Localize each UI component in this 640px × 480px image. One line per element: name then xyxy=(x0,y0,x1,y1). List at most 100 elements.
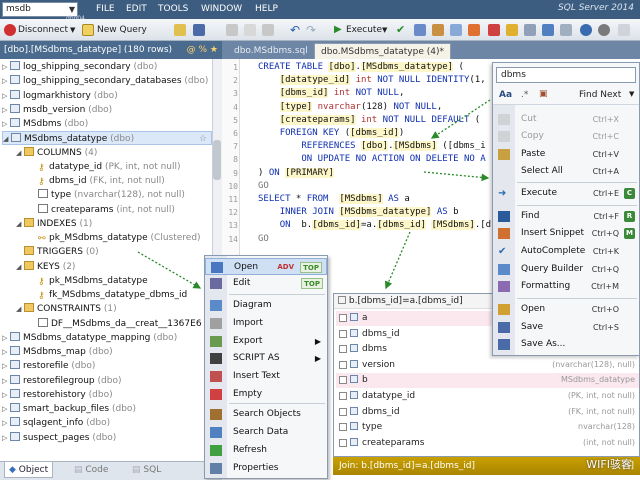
find-next-button[interactable]: Find Next xyxy=(579,90,621,100)
header-icons[interactable]: @ % ★ xyxy=(187,41,218,59)
menu-item-properties[interactable]: Properties xyxy=(205,460,327,477)
menu-item-empty[interactable]: Empty xyxy=(205,386,327,403)
cut-icon[interactable] xyxy=(226,24,238,36)
checkbox-icon[interactable] xyxy=(339,407,347,416)
bookmark-icon[interactable]: ▣ xyxy=(539,89,548,99)
chart-icon[interactable] xyxy=(432,24,444,36)
expand-icon[interactable]: ▷ xyxy=(2,74,10,88)
tree-child-item[interactable]: DF__MSdbms_da__creat__1367E6 xyxy=(30,317,212,331)
expand-icon[interactable]: ◢ xyxy=(16,302,24,316)
menu-help[interactable]: HELP xyxy=(255,4,278,14)
menu-item-execute[interactable]: ➜ Execute Ctrl+E C xyxy=(493,185,639,202)
expand-icon[interactable]: ◢ xyxy=(16,217,24,231)
menu-item-insert-snippet[interactable]: Insert Snippet Ctrl+Q M xyxy=(493,225,639,242)
menu-item-paste[interactable]: Paste Ctrl+V xyxy=(493,146,639,163)
menu-item-script-as[interactable]: SCRIPT AS ▶ xyxy=(205,350,327,367)
menu-item-formatting[interactable]: Formatting Ctrl+M xyxy=(493,278,639,295)
checkbox-icon[interactable] xyxy=(339,314,347,322)
help-icon[interactable] xyxy=(580,24,592,36)
expand-icon[interactable]: ▷ xyxy=(2,117,10,131)
menu-item-copy[interactable]: Copy Ctrl+C xyxy=(493,128,639,145)
autocomplete-row[interactable]: dbms_id (FK, int, not null) xyxy=(336,405,639,420)
menu-item-refresh[interactable]: Refresh xyxy=(205,442,327,459)
tree-child-item[interactable]: ⚷ dbms_id (FK, int, not null) xyxy=(30,174,212,188)
tree-table-item[interactable]: ▷ logmarkhistory (dbo) xyxy=(2,89,212,103)
menu-item-save-as[interactable]: Save As... xyxy=(493,336,639,353)
menu-item-import[interactable]: Import xyxy=(205,315,327,332)
tree-table-item[interactable]: ▷ smart_backup_files (dbo) xyxy=(2,402,212,416)
grid-icon[interactable] xyxy=(414,24,426,36)
expand-icon[interactable]: ▷ xyxy=(2,331,10,345)
tree-table-item[interactable]: ◢ MSdbms_datatype (dbo) ☆ xyxy=(2,131,212,146)
tab-object[interactable]: ◆ Object xyxy=(4,462,54,478)
expand-icon[interactable]: ▷ xyxy=(2,402,10,416)
menu-tools[interactable]: TOOLS xyxy=(158,4,188,14)
menu-item-export[interactable]: Export ▶ xyxy=(205,333,327,350)
checkbox-icon[interactable] xyxy=(339,376,347,385)
tree-scrollbar-thumb[interactable] xyxy=(213,140,221,180)
tab-msdbms-sql[interactable]: dbo.MSdbms.sql xyxy=(228,43,314,59)
tree-folder[interactable]: ◢ CONSTRAINTS (1) xyxy=(16,302,212,316)
autocomplete-row[interactable]: type nvarchar(128) xyxy=(336,420,639,435)
expand-icon[interactable]: ▷ xyxy=(2,374,10,388)
menu-item-edit[interactable]: Edit TOP xyxy=(205,275,327,292)
expand-icon[interactable]: ▷ xyxy=(2,60,10,74)
tree-table-item[interactable]: ▷ restorefilegroup (dbo) xyxy=(2,374,212,388)
gear-icon[interactable] xyxy=(598,24,610,36)
checkbox-icon[interactable] xyxy=(339,329,347,338)
menu-file[interactable]: FILE xyxy=(96,4,115,14)
expand-icon[interactable]: ▷ xyxy=(2,89,10,103)
tree-child-item[interactable]: ⚷ fk_MSdbms_datatype_dbms_id xyxy=(30,288,212,302)
autocomplete-row[interactable]: createparams (int, not null) xyxy=(336,436,639,451)
redo-icon[interactable]: ↷ xyxy=(306,23,316,37)
disconnect-button[interactable]: Disconnect xyxy=(18,23,68,37)
menu-item-search-objects[interactable]: Search Objects xyxy=(205,406,327,423)
checkbox-icon[interactable] xyxy=(338,296,346,304)
regex-icon[interactable]: .* xyxy=(521,90,528,100)
menu-item-select-all[interactable]: Select All Ctrl+A xyxy=(493,163,639,180)
tree-folder[interactable]: TRIGGERS (0) xyxy=(16,245,212,259)
list-icon[interactable] xyxy=(524,24,536,36)
chevron-down-icon[interactable]: ▼ xyxy=(70,23,75,37)
menu-item-query-builder[interactable]: Query Builder Ctrl+Q xyxy=(493,261,639,278)
layout-icon[interactable] xyxy=(618,24,630,36)
undo-icon[interactable]: ↶ xyxy=(290,23,300,37)
expand-icon[interactable]: ▷ xyxy=(2,388,10,402)
expand-icon[interactable]: ▷ xyxy=(2,431,10,445)
menu-item-open[interactable]: Open Ctrl+O xyxy=(493,301,639,318)
expand-icon[interactable]: ◢ xyxy=(3,132,11,146)
chevron-down-icon[interactable]: ▼ xyxy=(382,23,387,37)
chevron-down-icon[interactable]: ▼ xyxy=(629,90,634,98)
menu-item-diagram[interactable]: Diagram xyxy=(205,297,327,314)
tab-sql[interactable]: ▤ SQL xyxy=(132,465,161,475)
check-icon[interactable]: ✔ xyxy=(396,23,405,37)
menu-item-find[interactable]: Find Ctrl+F R xyxy=(493,208,639,225)
open-folder-icon[interactable] xyxy=(174,24,186,36)
error-icon[interactable] xyxy=(488,24,500,36)
tree-table-item[interactable]: ▷ MSdbms_map (dbo) xyxy=(2,345,212,359)
save-icon[interactable] xyxy=(193,24,205,36)
checkbox-icon[interactable] xyxy=(339,438,347,447)
menu-item-save[interactable]: Save Ctrl+S xyxy=(493,319,639,336)
new-query-button[interactable]: New Query xyxy=(97,23,147,37)
warning-icon[interactable] xyxy=(506,24,518,36)
tree-table-item[interactable]: ▷ MSdbms (dbo) xyxy=(2,117,212,131)
tree-child-item[interactable]: ⚷ pk_MSdbms_datatype xyxy=(30,274,212,288)
tree-table-item[interactable]: ▷ suspect_pages (dbo) xyxy=(2,431,212,445)
tree-folder[interactable]: ◢ KEYS (2) xyxy=(16,260,212,274)
checkbox-icon[interactable] xyxy=(339,345,347,354)
find-input[interactable]: dbms xyxy=(496,67,636,83)
tab-code[interactable]: ▤ Code xyxy=(74,465,108,475)
favorite-icon[interactable]: ☆ xyxy=(199,132,207,146)
tree-table-item[interactable]: ▷ MSdbms_datatype_mapping (dbo) xyxy=(2,331,212,345)
menu-item-autocomplete[interactable]: ✔ AutoComplete Ctrl+K xyxy=(493,243,639,260)
tree-child-item[interactable]: createparams (int, not null) xyxy=(30,203,212,217)
paste-icon[interactable] xyxy=(262,24,274,36)
tree-table-item[interactable]: ▷ sqlagent_info (dbo) xyxy=(2,416,212,430)
menu-item-cut[interactable]: Cut Ctrl+X xyxy=(493,111,639,128)
expand-icon[interactable]: ▷ xyxy=(2,416,10,430)
copy-icon[interactable] xyxy=(244,24,256,36)
tree-child-item[interactable]: ⚯ pk_MSdbms_datatype (Clustered) xyxy=(30,231,212,245)
table-icon[interactable] xyxy=(450,24,462,36)
execute-button[interactable]: Execute xyxy=(346,23,382,37)
